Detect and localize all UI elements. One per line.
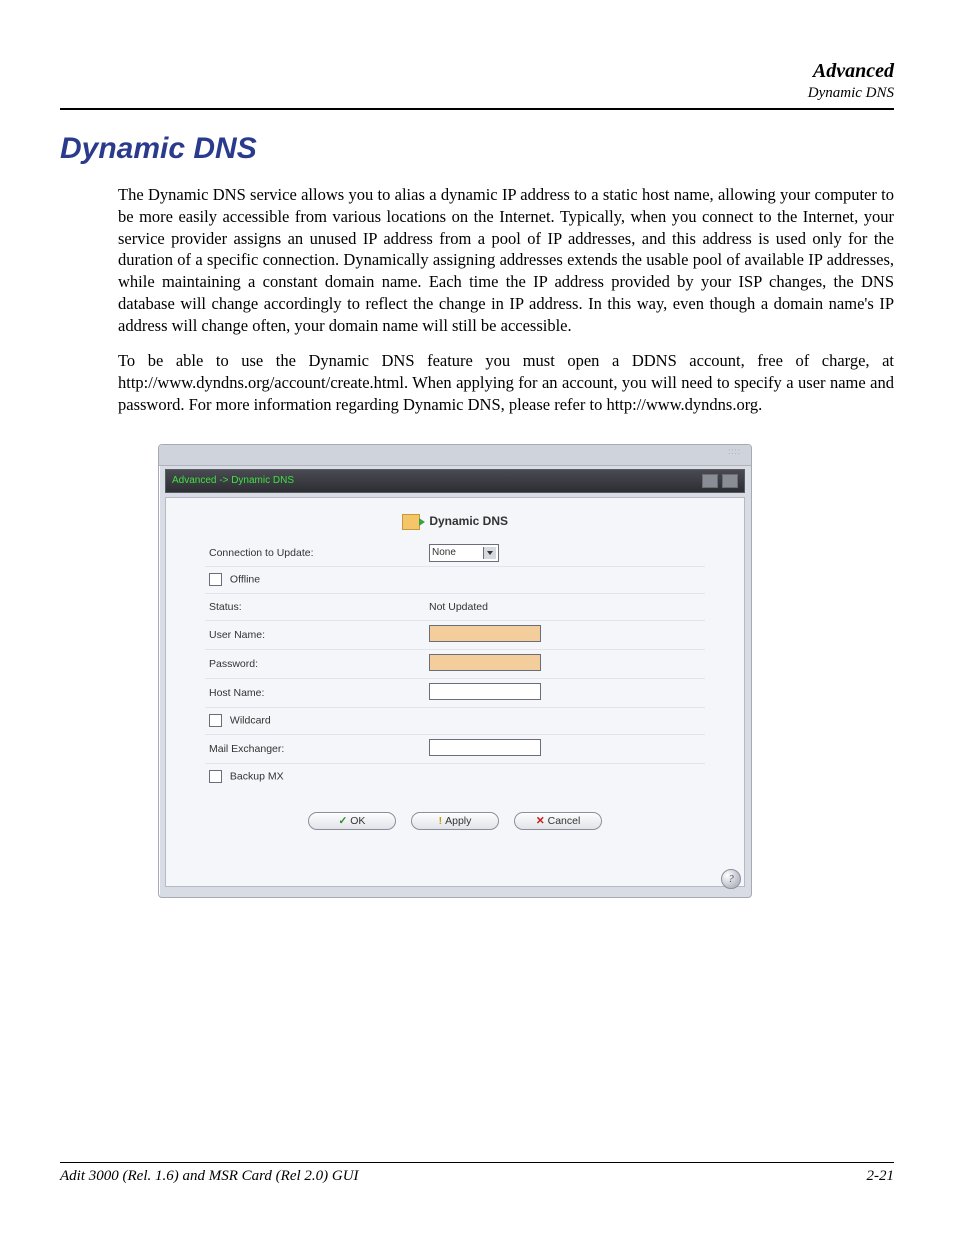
password-label: Password:	[209, 658, 429, 670]
chevron-down-icon	[483, 547, 496, 559]
toolbar-icon-1[interactable]	[702, 474, 718, 488]
page-title: Dynamic DNS	[60, 132, 894, 166]
username-label: User Name:	[209, 629, 429, 641]
footer-left: Adit 3000 (Rel. 1.6) and MSR Card (Rel 2…	[60, 1168, 359, 1185]
apply-button-label: Apply	[445, 815, 471, 827]
breadcrumb-bar: Advanced -> Dynamic DNS	[165, 469, 745, 493]
breadcrumb-text: Advanced -> Dynamic DNS	[172, 475, 294, 486]
wildcard-label: Wildcard	[230, 714, 271, 726]
ok-button-label: OK	[350, 815, 365, 827]
backup-mx-checkbox[interactable]	[209, 770, 222, 783]
header-subsection: Dynamic DNS	[60, 85, 894, 102]
check-icon: ✓	[338, 815, 347, 827]
panel-heading: Dynamic DNS	[166, 514, 744, 530]
header-section: Advanced	[60, 60, 894, 83]
ok-button[interactable]: ✓OK	[308, 812, 396, 830]
body-paragraph-1: The Dynamic DNS service allows you to al…	[60, 184, 894, 336]
apply-button[interactable]: !Apply	[411, 812, 499, 830]
dynamic-dns-icon	[402, 514, 420, 530]
screenshot-panel: :::: Advanced -> Dynamic DNS Dynamic DNS…	[158, 444, 752, 898]
form-panel: Dynamic DNS Connection to Update: None	[165, 497, 745, 887]
cancel-button[interactable]: ✕Cancel	[514, 812, 602, 830]
panel-titlebar: ::::	[159, 445, 751, 466]
status-label: Status:	[209, 601, 429, 613]
apply-icon: !	[439, 815, 443, 827]
hostname-input[interactable]	[429, 683, 541, 700]
page-footer: Adit 3000 (Rel. 1.6) and MSR Card (Rel 2…	[60, 1162, 894, 1185]
hostname-label: Host Name:	[209, 687, 429, 699]
connection-select[interactable]: None	[429, 544, 499, 562]
status-value: Not Updated	[429, 601, 701, 613]
backup-mx-label: Backup MX	[230, 770, 284, 782]
mail-exchanger-input[interactable]	[429, 739, 541, 756]
body-paragraph-2: To be able to use the Dynamic DNS featur…	[60, 350, 894, 415]
help-button[interactable]: ?	[721, 869, 741, 889]
toolbar-icon-2[interactable]	[722, 474, 738, 488]
username-input[interactable]	[429, 625, 541, 642]
connection-select-value: None	[432, 547, 456, 558]
offline-checkbox[interactable]	[209, 573, 222, 586]
x-icon: ✕	[536, 815, 545, 827]
panel-heading-text: Dynamic DNS	[429, 514, 508, 528]
password-input[interactable]	[429, 654, 541, 671]
footer-page-number: 2-21	[867, 1168, 895, 1185]
footer-rule	[60, 1162, 894, 1163]
wildcard-checkbox[interactable]	[209, 714, 222, 727]
cancel-button-label: Cancel	[548, 815, 581, 827]
grip-dots-icon: ::::	[728, 447, 741, 456]
header-rule	[60, 108, 894, 110]
offline-label: Offline	[230, 573, 260, 585]
mail-exchanger-label: Mail Exchanger:	[209, 743, 429, 755]
connection-label: Connection to Update:	[209, 547, 429, 559]
